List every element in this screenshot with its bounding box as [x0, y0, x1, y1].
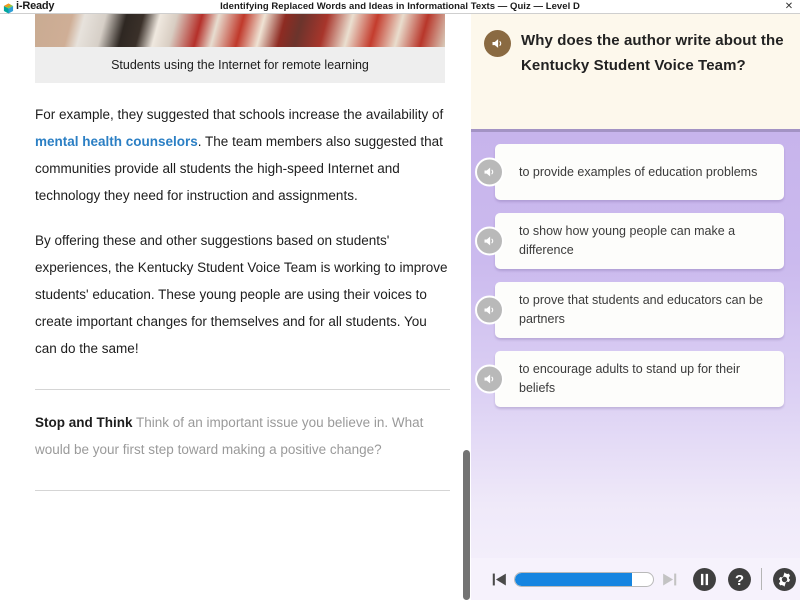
answer-choices-list: to provide examples of education problem… [471, 132, 800, 597]
stop-and-think-label: Stop and Think [35, 415, 133, 430]
brand-name: i-Ready [16, 0, 55, 12]
next-icon[interactable] [659, 569, 679, 589]
stop-and-think-block: Stop and Think Think of an important iss… [35, 409, 450, 463]
figure-photo [35, 14, 445, 47]
brand-logo: i-Ready [3, 0, 55, 14]
progress-bar-fill [515, 572, 633, 586]
answer-choice-a[interactable]: to provide examples of education problem… [475, 144, 784, 200]
question-text: Why does the author write about the Kent… [521, 32, 784, 74]
article-paragraph-2: By offering these and other suggestions … [35, 233, 448, 356]
choice-b-speaker-icon[interactable] [475, 226, 504, 256]
cube-logo-icon [3, 1, 14, 14]
answer-choice-d[interactable]: to encourage adults to stand up for thei… [475, 351, 784, 407]
answer-choice-b[interactable]: to show how young people can make a diff… [475, 213, 784, 269]
figure-caption: Students using the Internet for remote l… [35, 47, 445, 83]
svg-text:?: ? [734, 571, 743, 588]
reading-pane: Students using the Internet for remote l… [0, 14, 471, 600]
close-button[interactable]: ✕ [783, 1, 795, 13]
answer-choice-c[interactable]: to prove that students and educators can… [475, 282, 784, 338]
question-speaker-icon[interactable] [484, 30, 511, 57]
player-toolbar: ? [471, 558, 800, 600]
article-content: Students using the Internet for remote l… [0, 14, 455, 491]
choice-d-text: to encourage adults to stand up for thei… [519, 362, 740, 395]
choice-d-speaker-icon[interactable] [475, 364, 504, 394]
settings-icon[interactable] [771, 566, 797, 592]
choice-c-speaker-icon[interactable] [475, 295, 504, 325]
choice-c-text: to prove that students and educators can… [519, 293, 763, 326]
section-divider-top [35, 389, 450, 390]
reading-scrollbar-thumb[interactable] [463, 450, 470, 600]
help-icon[interactable]: ? [726, 566, 752, 592]
progress-bar[interactable] [514, 571, 654, 587]
article-figure: Students using the Internet for remote l… [35, 14, 445, 83]
article-paragraph-1: For example, they suggested that schools… [35, 101, 450, 209]
previous-icon[interactable] [489, 569, 509, 589]
page-title: Identifying Replaced Words and Ideas in … [220, 1, 580, 12]
mental-health-counselors-link[interactable]: mental health counselors [35, 134, 198, 149]
choice-b-text: to show how young people can make a diff… [519, 224, 736, 257]
app-title-bar: i-Ready Identifying Replaced Words and I… [0, 0, 800, 14]
choice-a-text: to provide examples of education problem… [519, 164, 758, 179]
toolbar-divider [761, 568, 762, 590]
question-header: Why does the author write about the Kent… [471, 14, 800, 132]
question-pane: Why does the author write about the Kent… [471, 14, 800, 600]
choice-a-speaker-icon[interactable] [475, 157, 504, 187]
paragraph-1-before-link: For example, they suggested that schools… [35, 107, 444, 122]
pause-icon[interactable] [691, 566, 717, 592]
section-divider-bottom [35, 490, 450, 491]
